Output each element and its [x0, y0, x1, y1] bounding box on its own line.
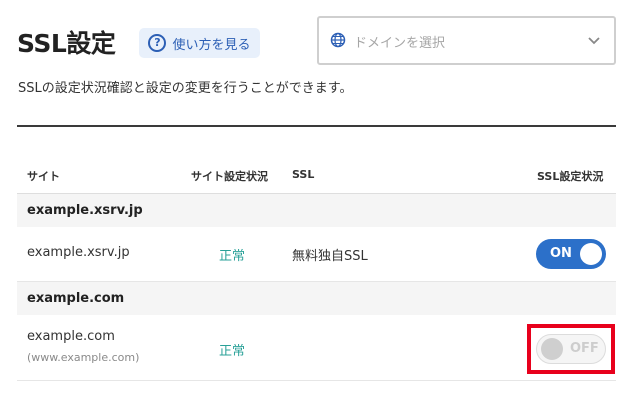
table-group-header: example.com	[17, 282, 616, 315]
column-header-ssl-status: SSL設定状況	[537, 170, 604, 183]
page-title: SSL設定	[17, 29, 116, 58]
domain-select[interactable]: ドメインを選択	[317, 16, 616, 65]
site-status: 正常	[219, 249, 246, 264]
divider	[17, 125, 616, 127]
site-name: example.xsrv.jp	[27, 245, 130, 260]
site-name: example.com	[27, 329, 115, 344]
group-name: example.com	[27, 291, 125, 306]
question-icon: ?	[148, 34, 167, 52]
column-header-ssl: SSL	[292, 168, 315, 181]
column-header-site: サイト	[27, 170, 60, 183]
highlight-box	[527, 324, 615, 374]
chevron-down-icon	[588, 37, 600, 45]
ssl-toggle-on[interactable]: ON	[536, 239, 606, 269]
help-button-label: 使い方を見る	[172, 37, 251, 53]
help-button[interactable]: ? 使い方を見る	[139, 28, 260, 58]
column-header-site-status: サイト設定状況	[191, 170, 268, 183]
group-name: example.xsrv.jp	[27, 203, 143, 218]
site-alias: (www.example.com)	[27, 351, 140, 364]
toggle-label: ON	[550, 246, 572, 261]
page-description: SSLの設定状況確認と設定の変更を行うことができます。	[18, 81, 353, 96]
ssl-type: 無料独自SSL	[292, 249, 368, 264]
row-divider	[17, 380, 616, 381]
domain-select-placeholder: ドメインを選択	[354, 36, 446, 51]
globe-icon	[330, 32, 346, 48]
site-status: 正常	[219, 344, 246, 359]
table-group-header: example.xsrv.jp	[17, 194, 616, 227]
toggle-knob	[580, 243, 602, 265]
